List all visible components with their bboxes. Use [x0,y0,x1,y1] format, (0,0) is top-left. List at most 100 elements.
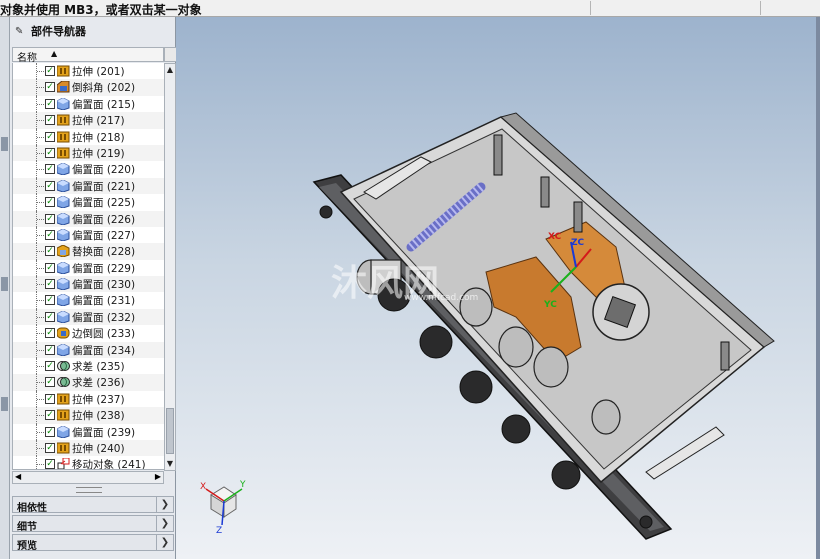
visibility-checkbox[interactable]: ✓ [45,328,55,339]
tree-connector [36,177,45,195]
feature-label: 边倒圆 (233) [72,328,136,341]
triad-x-label: X [200,482,206,492]
tree-row[interactable]: ✓ 拉伸 (240) [13,439,164,457]
tree-row[interactable]: ✓ 拉伸 (219) [13,144,164,162]
visibility-checkbox[interactable]: ✓ [45,279,55,290]
feature-label: 拉伸 (240) [72,442,125,455]
tree-connector [36,325,45,342]
visibility-checkbox[interactable]: ✓ [45,197,55,208]
visibility-checkbox[interactable]: ✓ [45,442,55,453]
tree-row[interactable]: ✓ 偏置面 (227) [13,226,164,244]
visibility-checkbox[interactable]: ✓ [45,426,55,437]
tree-connector [36,144,45,162]
visibility-checkbox[interactable]: ✓ [45,344,55,355]
feature-label: 偏置面 (234) [72,344,136,357]
lock-body-model[interactable]: YC XC ZC 沐风网 www.mfcad.com X Y Z [176,17,820,559]
visibility-checkbox[interactable]: ✓ [45,361,55,372]
feature-label: 偏置面 (231) [72,295,136,308]
tree-row[interactable]: ✓ 偏置面 (234) [13,341,164,359]
tree-vertical-scrollbar[interactable]: ▲ ▼ [164,63,176,471]
feature-label: 拉伸 (201) [72,66,125,78]
section-preview[interactable]: 预览 ❯ [12,534,174,552]
feature-label: 偏置面 (227) [72,229,136,242]
tree-row[interactable]: ✓ 偏置面 (232) [13,308,164,326]
scroll-right-icon[interactable]: ▶ [155,472,161,481]
tree-row[interactable]: ✓ 求差 (236) [13,374,164,391]
sort-up-icon[interactable]: ▲ [51,49,57,58]
status-bar: 对象并使用 MB3，或者双击某一对象 [0,0,820,17]
absolute-triad: X Y Z [200,480,246,536]
viewport-border [816,17,820,559]
section-label: 细节 [17,522,37,533]
tree-row[interactable]: ✓ 偏置面 (229) [13,259,164,277]
tree-row[interactable]: ✓ 偏置面 (220) [13,161,164,178]
visibility-checkbox[interactable]: ✓ [45,262,55,273]
resource-bar [0,17,10,559]
tree-connector [36,407,45,424]
resource-tab[interactable] [1,277,8,291]
visibility-checkbox[interactable]: ✓ [45,229,55,240]
visibility-checkbox[interactable]: ✓ [45,295,55,306]
visibility-checkbox[interactable]: ✓ [45,377,55,388]
tree-row[interactable]: ✓ 求差 (235) [13,358,164,375]
chevron-down-icon[interactable]: ❯ [156,535,173,550]
visibility-checkbox[interactable]: ✓ [45,82,55,93]
tree-connector [36,308,45,326]
visibility-checkbox[interactable]: ✓ [45,131,55,142]
visibility-checkbox[interactable]: ✓ [45,410,55,421]
chevron-down-icon[interactable]: ❯ [156,516,173,531]
resource-tab[interactable] [1,397,8,411]
pin-icon[interactable]: ✎ [15,26,31,37]
section-details[interactable]: 细节 ❯ [12,515,174,533]
scroll-thumb[interactable] [166,408,174,454]
visibility-checkbox[interactable]: ✓ [45,147,55,158]
tree-row[interactable]: ✓ 偏置面 (231) [13,292,164,309]
visibility-checkbox[interactable]: ✓ [45,311,55,322]
graphics-viewport[interactable]: YC XC ZC 沐风网 www.mfcad.com X Y Z [176,17,820,559]
tree-connector [36,259,45,277]
tree-row[interactable]: ✓ 偏置面 (225) [13,194,164,211]
visibility-checkbox[interactable]: ✓ [45,115,55,126]
feature-label: 移动对象 (241) [72,459,146,470]
tree-row[interactable]: ✓ 偏置面 (239) [13,423,164,440]
scroll-down-icon[interactable]: ▼ [165,458,175,470]
tree-row[interactable]: ✓ 拉伸 (237) [13,390,164,408]
tree-row[interactable]: ✓ 偏置面 (215) [13,95,164,113]
tree-connector [36,194,45,211]
chevron-down-icon[interactable]: ❯ [156,497,173,512]
tree-row[interactable]: ✓ 边倒圆 (233) [13,325,164,342]
scroll-left-icon[interactable]: ◀ [15,472,21,481]
visibility-checkbox[interactable]: ✓ [45,393,55,404]
tree-row[interactable]: ✓ 拉伸 (201) [13,63,164,80]
visibility-checkbox[interactable]: ✓ [45,164,55,175]
resource-tab[interactable] [1,137,8,151]
section-dependencies[interactable]: 相依性 ❯ [12,496,174,514]
tree-connector [36,112,45,129]
tree-row[interactable]: ✓ 偏置面 (221) [13,177,164,195]
tree-horizontal-scrollbar[interactable]: ◀ ▶ [12,471,164,484]
column-header[interactable]: 名称 ▲ [12,47,177,64]
visibility-checkbox[interactable]: ✓ [45,459,55,469]
tree-connector [36,456,45,469]
section-label: 相依性 [17,503,47,514]
visibility-checkbox[interactable]: ✓ [45,98,55,109]
feature-label: 偏置面 (230) [72,279,136,292]
visibility-checkbox[interactable]: ✓ [45,213,55,224]
visibility-checkbox[interactable]: ✓ [45,180,55,191]
visibility-checkbox[interactable]: ✓ [45,246,55,257]
tree-row[interactable]: ✓ 倒斜角 (202) [13,79,164,96]
visibility-checkbox[interactable]: ✓ [45,66,55,76]
tree-row[interactable]: ✓ 拉伸 (217) [13,112,164,129]
tree-row[interactable]: ✓ 替换面 (228) [13,243,164,260]
tree-row[interactable]: ✓ 偏置面 (226) [13,210,164,227]
tree-row[interactable]: ✓ 拉伸 (238) [13,407,164,424]
feature-label: 拉伸 (217) [72,115,125,128]
tree-row[interactable]: ✓ 移动对象 (241) [13,456,164,470]
wcs-x-label: XC [548,232,562,242]
scroll-up-icon[interactable]: ▲ [165,64,175,76]
tree-row[interactable]: ✓ 拉伸 (218) [13,128,164,145]
splitter-grip[interactable] [76,487,102,493]
feature-label: 拉伸 (218) [72,131,125,144]
wcs-z-label: ZC [571,238,585,248]
tree-row[interactable]: ✓ 偏置面 (230) [13,276,164,293]
